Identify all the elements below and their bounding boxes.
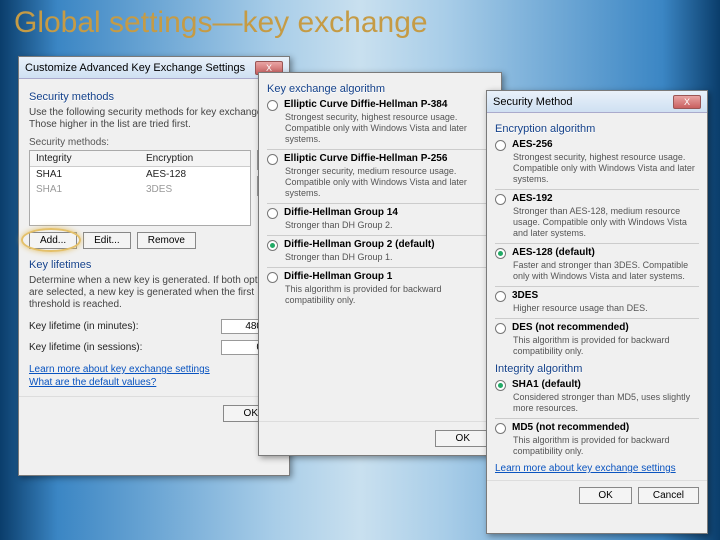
section-key-exchange-algorithm: Key exchange algorithm xyxy=(267,83,493,95)
security-methods-table[interactable]: Integrity Encryption SHA1 AES-128 SHA1 3… xyxy=(29,150,251,226)
link-default-values[interactable]: What are the default values? xyxy=(29,377,279,388)
radio-label: Elliptic Curve Diffie-Hellman P-256 xyxy=(284,153,447,164)
radio-label: 3DES xyxy=(512,290,538,301)
radio-int[interactable] xyxy=(495,423,506,434)
remove-button[interactable]: Remove xyxy=(137,232,196,249)
radio-int[interactable] xyxy=(495,380,506,391)
radio-enc[interactable] xyxy=(495,140,506,151)
radio-desc: Strongest security, highest resource usa… xyxy=(513,152,699,185)
radio-kex[interactable] xyxy=(267,208,278,219)
section-encryption-algorithm: Encryption algorithm xyxy=(495,123,699,135)
dialog-title: Customize Advanced Key Exchange Settings xyxy=(25,62,245,74)
radio-desc: Stronger security, medium resource usage… xyxy=(285,166,493,199)
radio-enc[interactable] xyxy=(495,323,506,334)
radio-enc[interactable] xyxy=(495,291,506,302)
dialog-security-method: Security Method X Encryption algorithm A… xyxy=(486,90,708,534)
close-icon[interactable]: X xyxy=(673,95,701,109)
radio-kex[interactable] xyxy=(267,100,278,111)
radio-desc: Considered stronger than MD5, uses sligh… xyxy=(513,392,699,414)
radio-label: Diffie-Hellman Group 14 xyxy=(284,207,398,218)
cell-integrity: SHA1 xyxy=(30,182,140,197)
radio-enc[interactable] xyxy=(495,194,506,205)
radio-label: AES-128 (default) xyxy=(512,247,595,258)
titlebar: Security Method X xyxy=(487,91,707,113)
radio-kex[interactable] xyxy=(267,240,278,251)
col-encryption: Encryption xyxy=(140,151,250,166)
security-methods-desc: Use the following security methods for k… xyxy=(29,107,279,131)
dialog-title: Security Method xyxy=(493,96,572,108)
edit-button[interactable]: Edit... xyxy=(83,232,131,249)
radio-desc: Higher resource usage than DES. xyxy=(513,303,699,314)
table-row[interactable]: SHA1 AES-128 xyxy=(30,167,250,182)
cell-encryption: 3DES xyxy=(140,182,250,197)
dialog-key-exchange-settings: Customize Advanced Key Exchange Settings… xyxy=(18,56,290,476)
radio-desc: Faster and stronger than 3DES. Compatibl… xyxy=(513,260,699,282)
dialog-key-exchange-algorithm: Key exchange algorithm Elliptic Curve Di… xyxy=(258,72,502,456)
radio-label: DES (not recommended) xyxy=(512,322,629,333)
section-integrity-algorithm: Integrity algorithm xyxy=(495,363,699,375)
radio-kex[interactable] xyxy=(267,272,278,283)
slide-title: Global settings—key exchange xyxy=(14,6,428,40)
radio-desc: This algorithm is provided for backward … xyxy=(285,284,493,306)
radio-label: SHA1 (default) xyxy=(512,379,581,390)
ok-button[interactable]: OK xyxy=(579,487,631,504)
radio-label: Diffie-Hellman Group 2 (default) xyxy=(284,239,435,250)
radio-desc: This algorithm is provided for backward … xyxy=(513,335,699,357)
security-methods-label: Security methods: xyxy=(29,137,279,148)
radio-desc: Strongest security, highest resource usa… xyxy=(285,112,493,145)
radio-desc: This algorithm is provided for backward … xyxy=(513,435,699,457)
radio-desc: Stronger than DH Group 2. xyxy=(285,220,493,231)
titlebar: Customize Advanced Key Exchange Settings… xyxy=(19,57,289,79)
radio-label: Elliptic Curve Diffie-Hellman P-384 xyxy=(284,99,447,110)
radio-label: MD5 (not recommended) xyxy=(512,422,629,433)
key-lifetime-minutes-label: Key lifetime (in minutes): xyxy=(29,321,138,332)
key-lifetimes-desc: Determine when a new key is generated. I… xyxy=(29,275,279,311)
section-security-methods: Security methods xyxy=(29,91,279,103)
link-learn-more[interactable]: Learn more about key exchange settings xyxy=(29,364,279,375)
radio-enc[interactable] xyxy=(495,248,506,259)
link-learn-more[interactable]: Learn more about key exchange settings xyxy=(495,463,699,474)
radio-label: AES-256 xyxy=(512,139,553,150)
table-row[interactable]: SHA1 3DES xyxy=(30,182,250,197)
cell-integrity: SHA1 xyxy=(30,167,140,182)
add-button[interactable]: Add... xyxy=(29,232,77,249)
radio-label: Diffie-Hellman Group 1 xyxy=(284,271,392,282)
section-key-lifetimes: Key lifetimes xyxy=(29,259,279,271)
key-lifetime-sessions-label: Key lifetime (in sessions): xyxy=(29,342,142,353)
cancel-button[interactable]: Cancel xyxy=(638,487,699,504)
cell-encryption: AES-128 xyxy=(140,167,250,182)
radio-label: AES-192 xyxy=(512,193,553,204)
radio-desc: Stronger than AES-128, medium resource u… xyxy=(513,206,699,239)
ok-button[interactable]: OK xyxy=(435,430,491,447)
radio-kex[interactable] xyxy=(267,154,278,165)
radio-desc: Stronger than DH Group 1. xyxy=(285,252,493,263)
col-integrity: Integrity xyxy=(30,151,140,166)
